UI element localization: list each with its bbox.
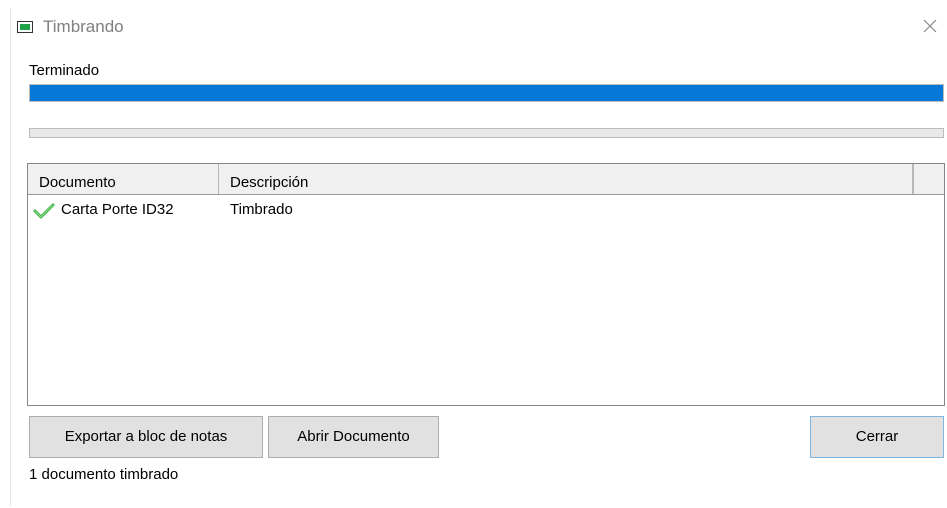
list-item[interactable]: Carta Porte ID32 Timbrado	[28, 200, 944, 222]
window-title: Timbrando	[43, 17, 124, 36]
footer-status-text: 1 documento timbrado	[29, 466, 179, 483]
documents-list[interactable]: Documento Descripción Carta Porte ID32 T…	[27, 163, 945, 406]
timbrando-dialog: Timbrando Terminado Documento Descripció…	[10, 8, 945, 506]
list-header: Documento Descripción	[28, 164, 944, 195]
close-icon[interactable]	[917, 13, 943, 39]
open-document-button[interactable]: Abrir Documento	[268, 416, 439, 458]
window-app-icon	[17, 21, 33, 33]
cell-descripcion: Timbrado	[230, 201, 293, 218]
checkmark-icon	[33, 202, 55, 220]
close-button[interactable]: Cerrar	[810, 416, 944, 458]
column-header-filler	[913, 164, 944, 194]
main-progress-fill	[30, 85, 943, 101]
status-label: Terminado	[29, 62, 100, 79]
column-header-documento[interactable]: Documento	[28, 164, 219, 194]
title-bar: Timbrando	[11, 8, 945, 46]
cell-documento: Carta Porte ID32	[61, 201, 174, 218]
column-header-descripcion[interactable]: Descripción	[219, 164, 913, 194]
main-progress-bar	[29, 84, 944, 102]
export-notepad-button[interactable]: Exportar a bloc de notas	[29, 416, 263, 458]
secondary-progress-bar	[29, 128, 944, 138]
